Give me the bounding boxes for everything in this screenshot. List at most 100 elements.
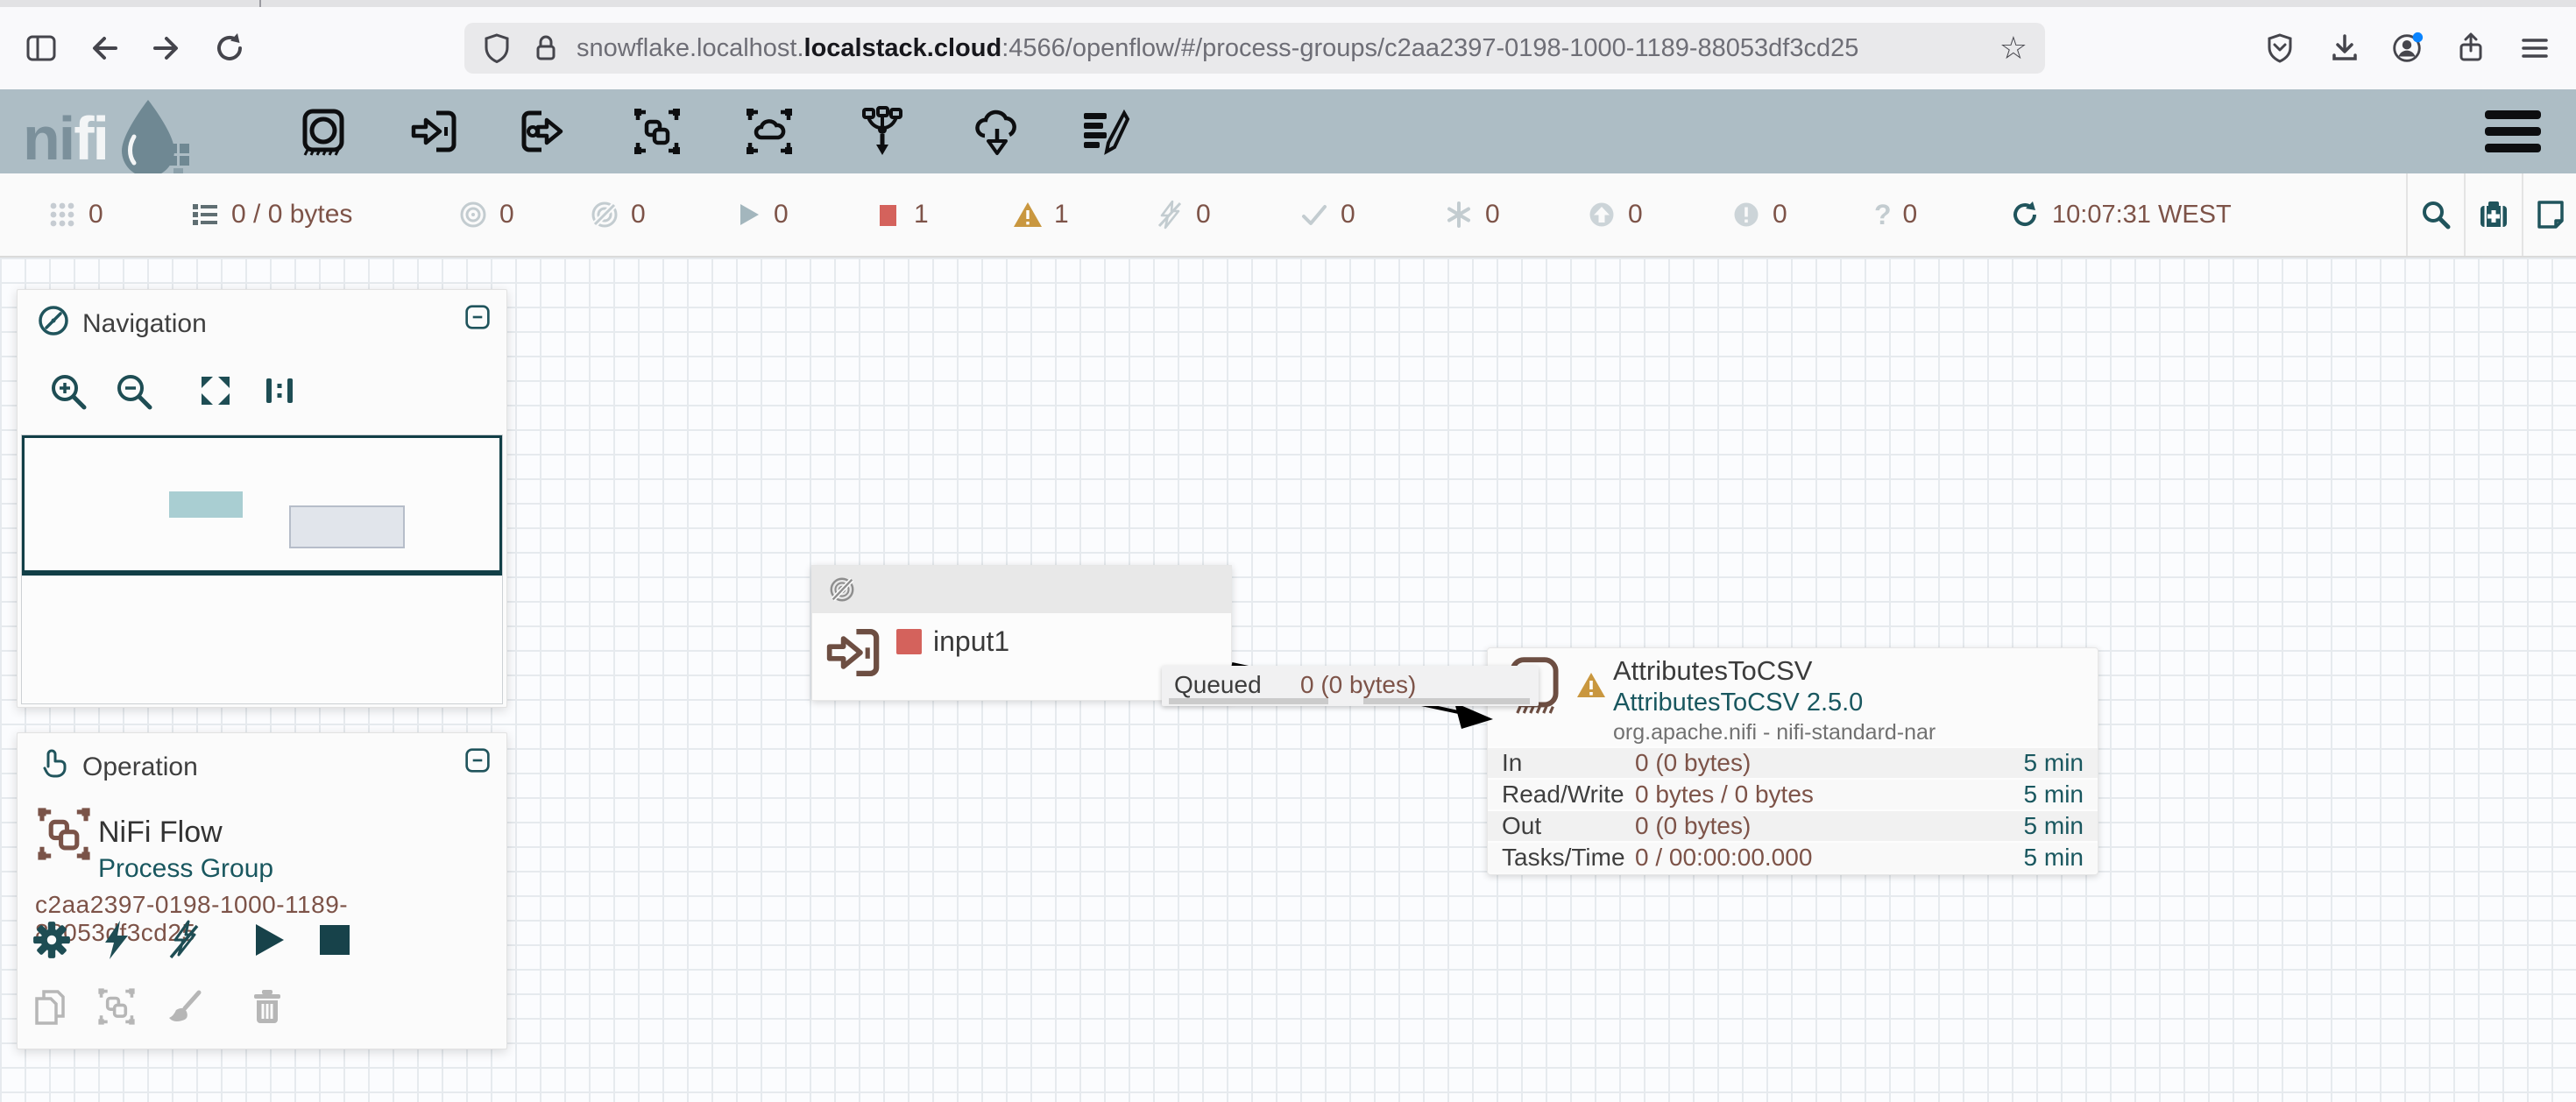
operation-panel: Operation NiFi Flow Process Group c2aa23… (17, 732, 507, 1049)
stat-row-out: Out 0 (0 bytes) 5 min (1488, 809, 2098, 841)
back-button[interactable] (88, 31, 123, 66)
reload-icon (212, 31, 247, 66)
locally-modified-and-stale-count: 0 (1773, 200, 1787, 230)
invalid-status: 1 (1013, 173, 1069, 256)
gear-icon (32, 920, 72, 960)
invalid-icon (1013, 200, 1043, 230)
share-icon (2454, 32, 2488, 65)
flow-analysis-button[interactable] (2477, 173, 2510, 256)
url-prefix: snowflake.localhost. (577, 34, 804, 62)
nifi-logo-text-2: fi (74, 103, 108, 173)
connection-label[interactable]: Queued 0 (0 bytes) (1162, 666, 1539, 706)
zoom-actual-icon[interactable] (259, 371, 300, 411)
flow-canvas[interactable]: input1 AttributesToCSV AttributesToCSV 2… (0, 258, 2576, 1102)
forward-button[interactable] (148, 31, 183, 66)
stat-label: Tasks/Time (1502, 844, 1635, 872)
shield-icon (482, 32, 512, 64)
statusbar-divider (2522, 173, 2523, 256)
sidebar-toggle-button[interactable] (24, 31, 59, 66)
url-bar[interactable]: snowflake.localhost.localstack.cloud:456… (464, 23, 2045, 74)
zoom-out-icon[interactable] (113, 371, 153, 411)
drag-label-button[interactable] (1080, 106, 1131, 157)
processor-component[interactable]: AttributesToCSV AttributesToCSV 2.5.0 or… (1487, 647, 2098, 875)
refresh-button[interactable]: 10:07:31 WEST (2009, 173, 2232, 256)
queue-count-bar (1169, 698, 1328, 704)
browser-menu-button[interactable] (2517, 31, 2552, 66)
stat-window: 5 min (2024, 781, 2084, 809)
selected-flow-type: Process Group (98, 854, 273, 884)
drag-processor-button[interactable] (297, 106, 348, 157)
account-icon (2389, 30, 2424, 67)
input-port-icon (824, 624, 882, 682)
group-button[interactable] (96, 985, 138, 1028)
bulletins-button[interactable] (2534, 173, 2567, 256)
start-button[interactable] (247, 919, 289, 961)
notification-dot (2413, 32, 2423, 42)
group-icon (96, 986, 137, 1027)
asterisk-icon (1444, 200, 1474, 230)
stat-value: 0 (0 bytes) (1635, 749, 2024, 777)
queued-label: Queued (1174, 671, 1262, 699)
collapse-icon[interactable] (464, 304, 491, 330)
enable-button[interactable] (95, 919, 137, 961)
reload-button[interactable] (212, 31, 247, 66)
copy-button[interactable] (29, 985, 71, 1028)
zoom-fit-icon[interactable] (195, 371, 236, 411)
download-icon (2328, 32, 2361, 65)
stat-value: 0 / 00:00:00.000 (1635, 844, 2024, 872)
zoom-in-icon[interactable] (47, 371, 88, 411)
stale-status: 0 (1587, 173, 1643, 256)
last-refresh-time: 10:07:31 WEST (2052, 201, 2232, 230)
sync-failure-status: ? 0 (1874, 173, 1917, 256)
process-group-icon (632, 106, 683, 157)
check-icon (1299, 200, 1329, 230)
account-button[interactable] (2389, 31, 2424, 66)
operation-title: Operation (82, 752, 198, 782)
invalid-warning-icon (1576, 671, 1606, 699)
input-port-name: input1 (933, 625, 1009, 658)
processor-type: AttributesToCSV 2.5.0 (1613, 689, 1863, 717)
birdseye-minimap[interactable] (21, 434, 503, 704)
drag-template-button[interactable] (972, 106, 1023, 157)
drag-output-port-button[interactable] (519, 106, 570, 157)
drag-funnel-button[interactable] (857, 106, 908, 157)
configuration-button[interactable] (31, 919, 73, 961)
collapse-icon[interactable] (464, 747, 491, 774)
browser-tabstrip (0, 0, 2576, 7)
paintbrush-icon (164, 986, 204, 1027)
navigation-title: Navigation (82, 309, 207, 339)
stat-row-readwrite: Read/Write 0 bytes / 0 bytes 5 min (1488, 778, 2098, 809)
drag-remote-process-group-button[interactable] (744, 106, 795, 157)
bookmark-star-icon[interactable]: ☆ (1999, 32, 2028, 64)
tab-divider (259, 0, 261, 7)
stopped-indicator (896, 629, 922, 654)
drag-process-group-button[interactable] (632, 106, 683, 157)
sync-failure-count: 0 (1903, 200, 1918, 230)
extensions-shield-button[interactable] (2262, 31, 2297, 66)
running-status: 0 (732, 173, 789, 256)
color-button[interactable] (163, 985, 205, 1028)
delete-button[interactable] (246, 985, 288, 1028)
disabled-count: 0 (1196, 200, 1211, 230)
refresh-icon (2009, 199, 2041, 230)
active-threads-count: 0 (88, 200, 103, 230)
selected-flow-name: NiFi Flow (98, 816, 223, 850)
nifi-global-menu-button[interactable] (2485, 110, 2541, 152)
nifi-logo-text-1: ni (23, 103, 74, 173)
downloads-button[interactable] (2327, 31, 2362, 66)
hand-pointer-icon (37, 747, 70, 781)
drag-input-port-button[interactable] (408, 106, 459, 157)
minimap-viewport[interactable] (22, 435, 502, 576)
disable-button[interactable] (163, 919, 205, 961)
running-count: 0 (774, 200, 789, 230)
flow-status-bar: 0 0 / 0 bytes 0 0 0 1 1 0 (0, 173, 2576, 258)
not-transmitting-status: 0 (590, 173, 646, 256)
trash-icon (247, 986, 287, 1027)
navigation-panel: Navigation (17, 289, 507, 708)
stop-button[interactable] (314, 919, 356, 961)
up-arrow-circle-icon (1587, 200, 1617, 230)
not-transmitting-count: 0 (631, 200, 646, 230)
compass-icon (37, 304, 70, 337)
search-button[interactable] (2419, 173, 2452, 256)
share-button[interactable] (2453, 31, 2488, 66)
